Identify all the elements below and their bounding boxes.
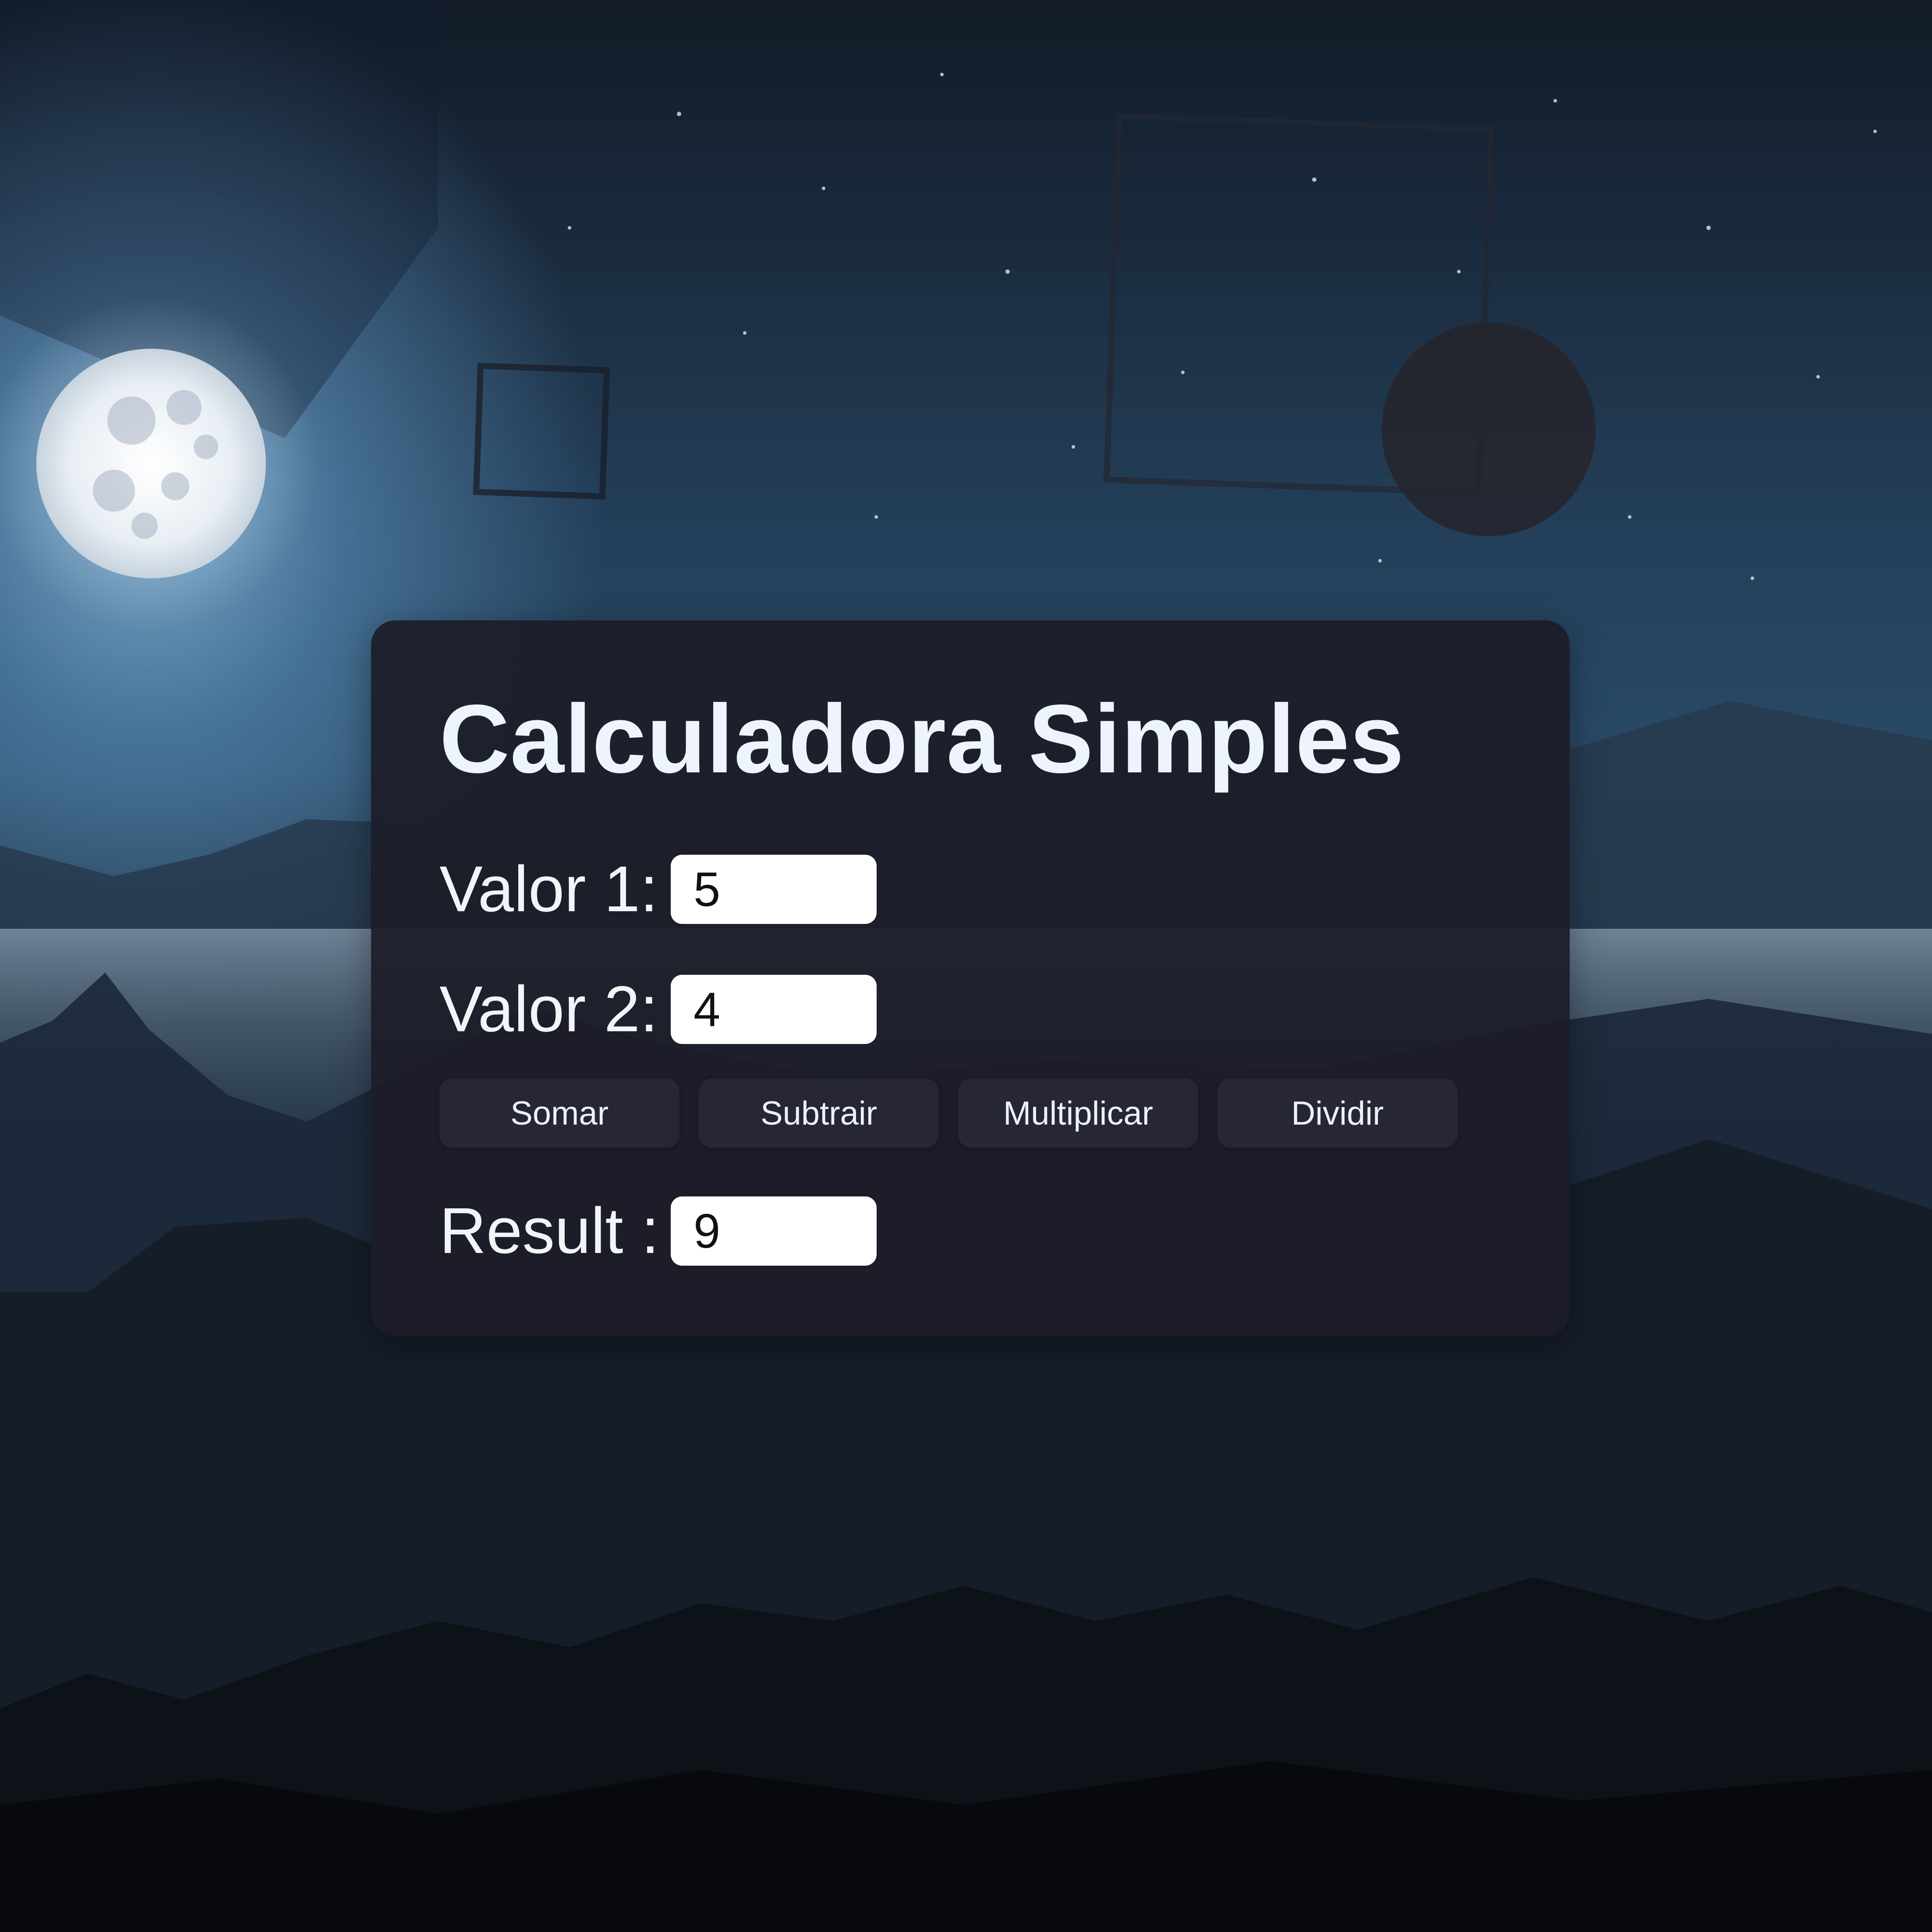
add-button[interactable]: Somar [439,1079,679,1148]
value1-label: Valor 1: [439,853,658,925]
stars [568,73,1877,580]
subtract-button[interactable]: Subtrair [699,1079,939,1148]
divide-button[interactable]: Dividir [1217,1079,1458,1148]
decorative-circle [1382,322,1596,536]
result-row: Result : [439,1195,877,1267]
value2-label: Valor 2: [439,973,658,1045]
operation-buttons: Somar Subtrair Multiplicar Dividir [439,1079,1458,1148]
page-title: Calculadora Simples [439,685,1405,793]
value2-input[interactable] [671,975,877,1044]
result-field[interactable] [671,1196,877,1266]
decorative-square-small [473,362,610,500]
multiply-button[interactable]: Multiplicar [958,1079,1198,1148]
value2-row: Valor 2: [439,973,877,1045]
value1-row: Valor 1: [439,853,877,925]
calculator-panel: Calculadora Simples Valor 1: Valor 2: So… [371,620,1570,1336]
value1-input[interactable] [671,855,877,924]
moon [36,349,266,578]
result-label: Result : [439,1195,659,1267]
